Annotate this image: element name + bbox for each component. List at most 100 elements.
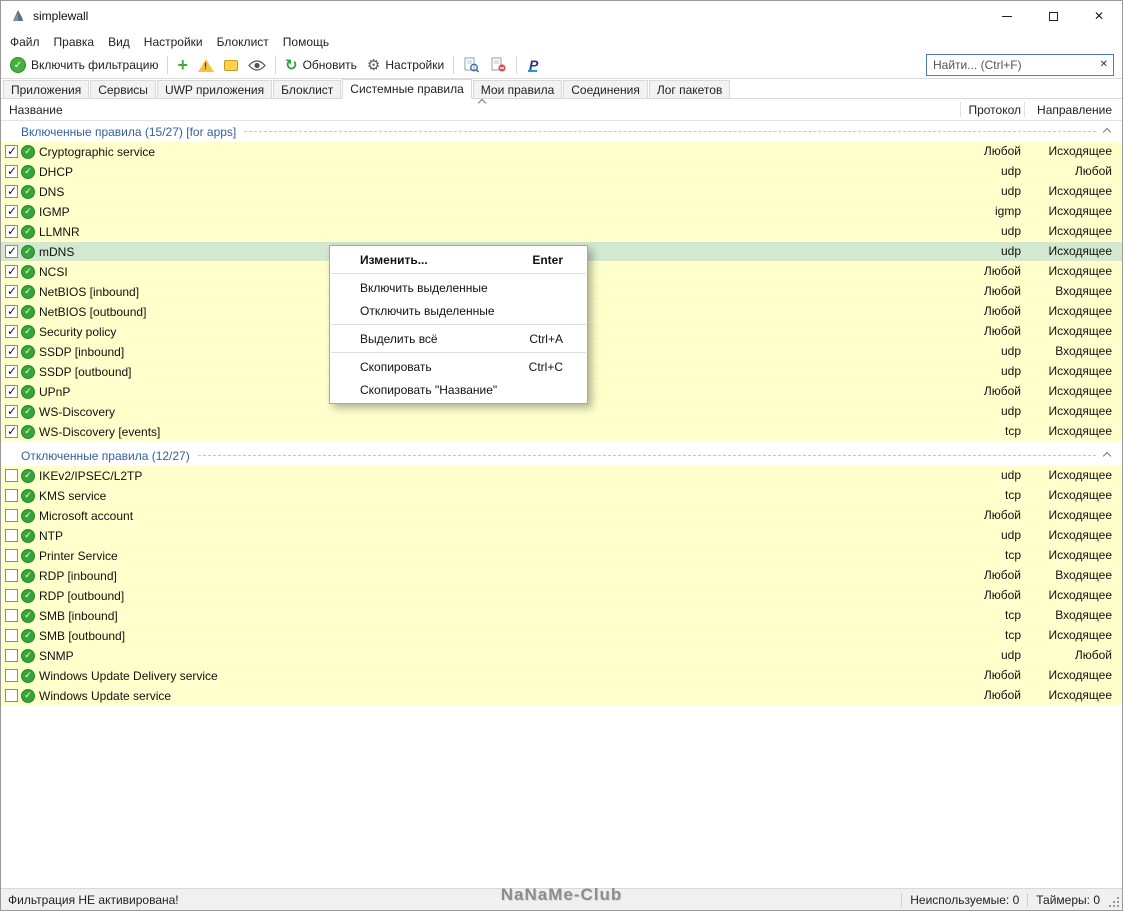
group-collapse-icon[interactable] [1102, 127, 1112, 136]
menubar-item[interactable]: Помощь [276, 31, 336, 52]
menubar-item[interactable]: Настройки [137, 31, 210, 52]
group-header[interactable]: Отключенные правила (12/27) [1, 445, 1122, 466]
rule-checkbox[interactable] [5, 144, 18, 158]
allowed-rule-icon: ✓ [21, 608, 35, 623]
table-row[interactable]: ✓ WS-Discovery [events] tcp Исходящее [1, 422, 1122, 442]
context-menu-item[interactable]: Отключить выделенные [330, 299, 587, 322]
settings-button[interactable]: ⚙ Настройки [362, 53, 449, 77]
maximize-button[interactable] [1030, 1, 1076, 31]
rule-direction: Исходящее [1048, 508, 1113, 522]
table-row[interactable]: ✓ RDP [inbound] Любой Входящее [1, 566, 1122, 586]
rule-checkbox[interactable] [5, 224, 18, 238]
menubar-item[interactable]: Файл [3, 31, 47, 52]
table-row[interactable]: ✓ Microsoft account Любой Исходящее [1, 506, 1122, 526]
table-row[interactable]: ✓ LLMNR udp Исходящее [1, 222, 1122, 242]
table-row[interactable]: ✓ RDP [outbound] Любой Исходящее [1, 586, 1122, 606]
rule-checkbox[interactable] [5, 324, 18, 338]
context-menu-item[interactable]: Скопировать "Название" [330, 378, 587, 401]
tab-item[interactable]: Системные правила [342, 79, 472, 99]
allowed-rule-icon: ✓ [21, 568, 35, 583]
table-row[interactable]: ✓ IKEv2/IPSEC/L2TP udp Исходящее [1, 466, 1122, 486]
column-divider[interactable] [1024, 102, 1025, 117]
search-clear-icon[interactable]: ✕ [1100, 59, 1108, 71]
rule-checkbox[interactable] [5, 489, 18, 502]
table-row[interactable]: ✓ SNMP udp Любой [1, 646, 1122, 666]
donate-paypal-button[interactable]: P [521, 53, 546, 77]
tab-item[interactable]: Соединения [563, 80, 648, 98]
tab-item[interactable]: Мои правила [472, 80, 563, 98]
menu-separator [331, 273, 586, 274]
tab-item[interactable]: Блоклист [273, 80, 342, 98]
group-header[interactable]: Включенные правила (15/27) [for apps] [1, 121, 1122, 142]
rule-checkbox[interactable] [5, 164, 18, 178]
rule-checkbox[interactable] [5, 264, 18, 278]
minimize-button[interactable] [984, 1, 1030, 31]
rule-checkbox[interactable] [5, 609, 18, 622]
table-row[interactable]: ✓ WS-Discovery udp Исходящее [1, 402, 1122, 422]
rule-checkbox[interactable] [5, 589, 18, 602]
rule-checkbox[interactable] [5, 649, 18, 662]
table-row[interactable]: ✓ SMB [outbound] tcp Исходящее [1, 626, 1122, 646]
rule-checkbox[interactable] [5, 384, 18, 398]
menubar-item[interactable]: Вид [101, 31, 137, 52]
packages-button[interactable] [219, 53, 243, 77]
table-row[interactable]: ✓ Printer Service tcp Исходящее [1, 546, 1122, 566]
table-row[interactable]: ✓ NTP udp Исходящее [1, 526, 1122, 546]
rule-checkbox[interactable] [5, 284, 18, 298]
table-row[interactable]: ✓ Windows Update service Любой Исходящее [1, 686, 1122, 706]
enable-filtering-button[interactable]: ✓ Включить фильтрацию [5, 53, 163, 77]
add-rule-button[interactable]: + [172, 53, 193, 77]
rule-checkbox[interactable] [5, 404, 18, 418]
tab-item[interactable]: Лог пакетов [648, 80, 731, 98]
rule-checkbox[interactable] [5, 424, 18, 438]
table-row[interactable]: ✓ DNS udp Исходящее [1, 182, 1122, 202]
rule-checkbox[interactable] [5, 629, 18, 642]
rule-checkbox[interactable] [5, 569, 18, 582]
table-row[interactable]: ✓ SMB [inbound] tcp Входящее [1, 606, 1122, 626]
rule-checkbox[interactable] [5, 344, 18, 358]
column-protocol[interactable]: Протокол [968, 99, 1021, 121]
column-direction[interactable]: Направление [1037, 99, 1112, 121]
clear-log-button[interactable] [485, 53, 512, 77]
tab-item[interactable]: UWP приложения [156, 80, 273, 98]
allowed-rule-icon: ✓ [21, 488, 35, 503]
table-row[interactable]: ✓ DHCP udp Любой [1, 162, 1122, 182]
menu-item-label: Скопировать [360, 359, 432, 374]
table-row[interactable]: ✓ Windows Update Delivery service Любой Исх… [1, 666, 1122, 686]
rule-checkbox[interactable] [5, 669, 18, 682]
rule-checkbox[interactable] [5, 549, 18, 562]
rule-checkbox[interactable] [5, 529, 18, 542]
close-button[interactable]: ✕ [1076, 1, 1122, 31]
group-collapse-icon[interactable] [1102, 451, 1112, 460]
context-menu-item[interactable]: Скопировать Ctrl+C [330, 355, 587, 378]
column-name[interactable]: Название [9, 99, 63, 121]
column-divider[interactable] [960, 102, 961, 117]
rule-checkbox[interactable] [5, 184, 18, 198]
rule-checkbox[interactable] [5, 364, 18, 378]
tab-item[interactable]: Приложения [3, 80, 90, 98]
menubar-item[interactable]: Блоклист [210, 31, 276, 52]
resize-grip-icon[interactable] [1108, 889, 1122, 910]
table-row[interactable]: ✓ IGMP igmp Исходящее [1, 202, 1122, 222]
rule-checkbox[interactable] [5, 689, 18, 702]
table-row[interactable]: ✓ Cryptographic service Любой Исходящее [1, 142, 1122, 162]
rule-checkbox[interactable] [5, 469, 18, 482]
rule-checkbox[interactable] [5, 204, 18, 218]
rule-direction: Любой [1074, 648, 1112, 662]
warnings-button[interactable]: ! [193, 53, 219, 77]
rule-name: Printer Service [39, 548, 118, 563]
table-row[interactable]: ✓ KMS service tcp Исходящее [1, 486, 1122, 506]
open-log-button[interactable] [458, 53, 485, 77]
rule-checkbox[interactable] [5, 509, 18, 522]
search-input[interactable] [927, 55, 1113, 75]
refresh-button[interactable]: ↻ Обновить [280, 53, 362, 77]
context-menu-item[interactable]: Включить выделенные [330, 276, 587, 299]
rule-checkbox[interactable] [5, 244, 18, 258]
tab-item[interactable]: Сервисы [90, 80, 156, 98]
context-menu-item[interactable]: Изменить... Enter [330, 248, 587, 271]
context-menu-item[interactable]: Выделить всё Ctrl+A [330, 327, 587, 350]
rule-name: LLMNR [39, 224, 80, 239]
rule-checkbox[interactable] [5, 304, 18, 318]
show-hide-button[interactable] [243, 53, 271, 77]
menubar-item[interactable]: Правка [47, 31, 102, 52]
